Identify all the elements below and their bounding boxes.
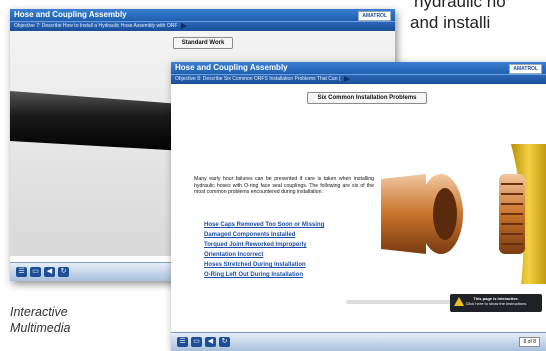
problem-link-2[interactable]: Damaged Components Installed (204, 230, 324, 240)
back-window-title: Hose and Coupling Assembly (14, 10, 127, 19)
front-window-objective: Objective 8: Describe Six Common ORFS In… (175, 76, 341, 82)
back-window-objective-bar: Objective 7: Describe How to Install a H… (10, 21, 395, 31)
screen-icon[interactable]: ▭ (30, 267, 41, 277)
problem-link-1[interactable]: Hose Caps Removed Too Soon or Missing (204, 220, 324, 230)
copper-fitting-illustration (381, 144, 546, 284)
back-window-objective: Objective 7: Describe How to Install a H… (14, 23, 178, 29)
menu-icon[interactable]: ☰ (177, 337, 188, 347)
caption: Interactive Multimedia (10, 304, 70, 336)
problem-links: Hose Caps Removed Too Soon or Missing Da… (204, 220, 324, 280)
background-text-line2: and installi (410, 13, 491, 32)
front-window-toolbar: ☰ ▭ ◀ ↻ 8 of 8 (171, 332, 546, 351)
replay-icon[interactable]: ↻ (219, 337, 230, 347)
page-indicator: 8 of 8 (519, 337, 540, 347)
caption-line2: Multimedia (10, 321, 71, 335)
objective-arrow-icon[interactable] (180, 22, 187, 29)
front-window-objective-bar: Objective 8: Describe Six Common ORFS In… (171, 74, 546, 84)
problem-link-3[interactable]: Torqued Joint Reworked Improperly (204, 240, 324, 250)
intro-paragraph: Many early hour failures can be prevente… (194, 176, 374, 196)
amatrol-logo: AMATROL (358, 11, 391, 21)
menu-icon[interactable]: ☰ (16, 267, 27, 277)
volume-icon[interactable]: ◀ (205, 337, 216, 347)
background-text-line1: hydraulic ho (414, 0, 506, 11)
back-window-titlebar: Hose and Coupling Assembly AMATROL (10, 9, 395, 21)
problem-link-5[interactable]: Hoses Stretched During Installation (204, 260, 324, 270)
volume-icon[interactable]: ◀ (44, 267, 55, 277)
amatrol-logo: AMATROL (509, 64, 542, 74)
standard-work-button[interactable]: Standard Work (173, 37, 233, 49)
screen-icon[interactable]: ▭ (191, 337, 202, 347)
front-window-content: Six Common Installation Problems Many ea… (171, 84, 546, 332)
problem-link-6[interactable]: O-Ring Left Out During Installation (204, 270, 324, 280)
objective-arrow-icon[interactable] (343, 75, 350, 82)
content-scrollbar[interactable] (346, 300, 466, 304)
front-window-title: Hose and Coupling Assembly (175, 63, 288, 72)
replay-icon[interactable]: ↻ (58, 267, 69, 277)
front-window-titlebar: Hose and Coupling Assembly AMATROL (171, 62, 546, 74)
six-problems-button[interactable]: Six Common Installation Problems (307, 92, 427, 104)
warning-icon (454, 297, 464, 306)
interactive-notice[interactable]: This page is interactive. Click here to … (450, 294, 542, 312)
caption-line1: Interactive (10, 305, 68, 319)
problem-link-4[interactable]: Orientation Incorrect (204, 250, 324, 260)
front-window: Hose and Coupling Assembly AMATROL Objec… (171, 62, 546, 351)
